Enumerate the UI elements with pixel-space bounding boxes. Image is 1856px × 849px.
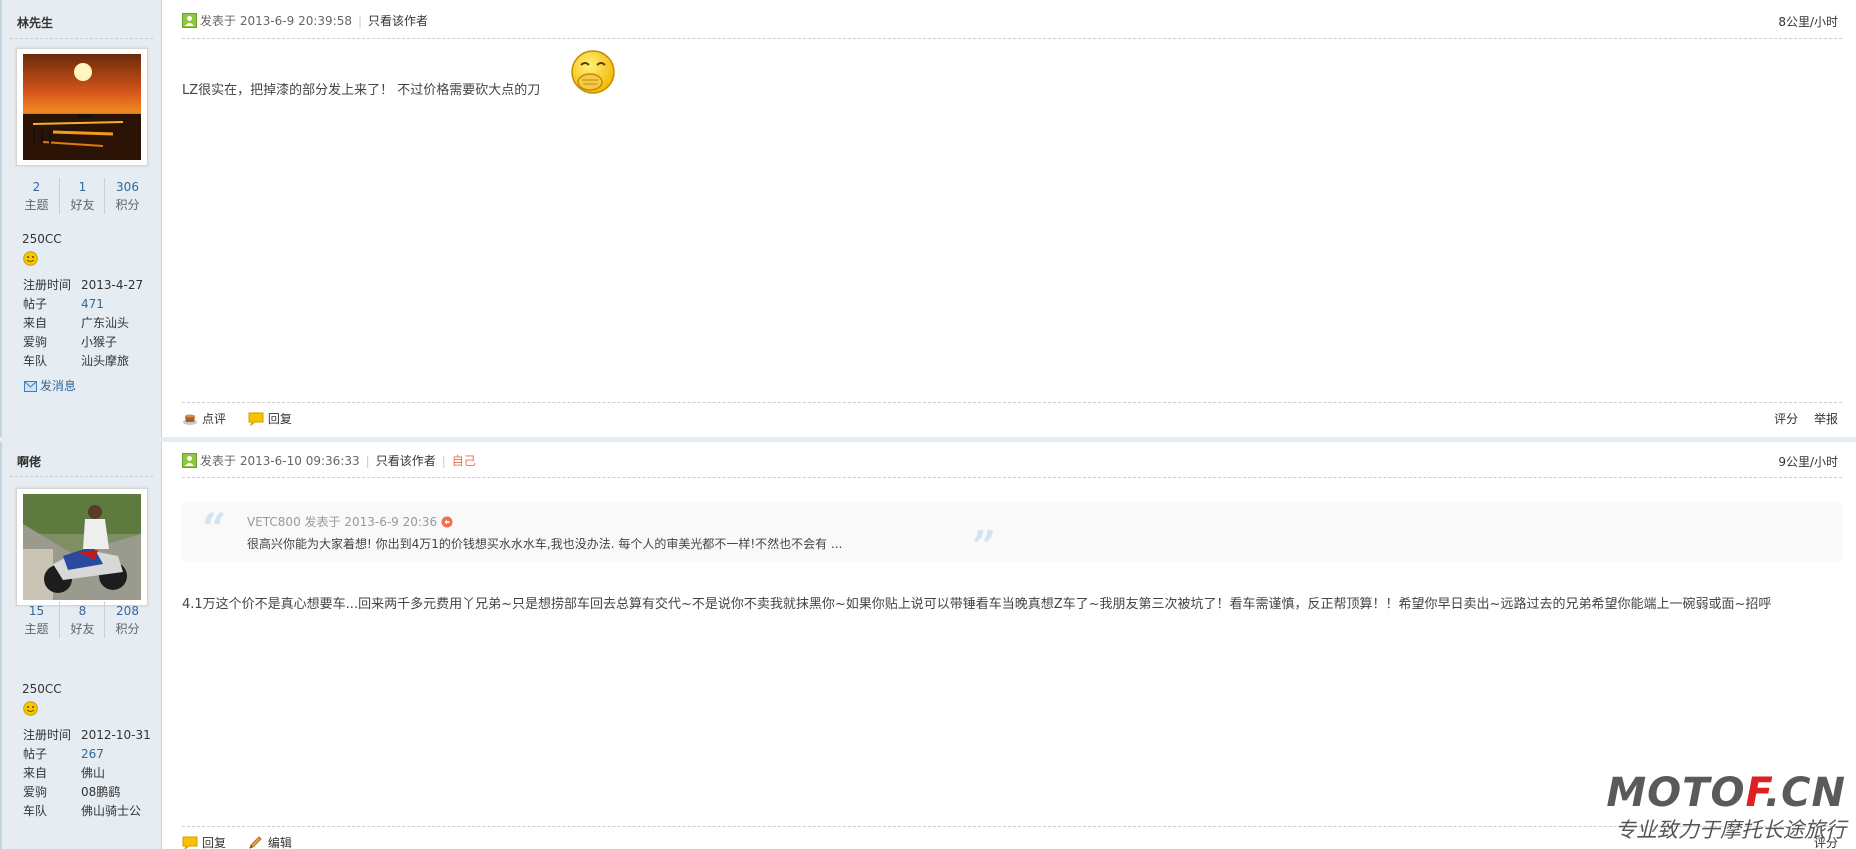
stat-points[interactable]: 306 积分 <box>104 178 150 214</box>
cover-mouth-emoji-icon <box>571 50 615 94</box>
divider <box>182 477 1842 478</box>
post-meta: 发表于 2013-6-10 09:36:33 | 只看该作者 | 自己 <box>182 453 476 469</box>
post-actions: 点评 回复 <box>182 410 310 428</box>
user-level: 250CC <box>22 232 62 246</box>
rate-button[interactable]: 评分 <box>1774 412 1798 426</box>
quote-author: VETC800 发表于 2013-6-9 20:36 <box>247 513 453 530</box>
watermark-logo: MOTOF.CN <box>1606 770 1846 816</box>
author-name[interactable]: 林先生 <box>17 14 53 31</box>
post-count-link[interactable]: 471 <box>81 297 104 311</box>
post-body: 发表于 2013-6-9 20:39:58 | 只看该作者 8公里/小时 LZ很实在… <box>182 0 1842 438</box>
edit-button[interactable]: 编辑 <box>248 834 292 849</box>
divider <box>182 38 1842 39</box>
smile-badge-icon <box>23 701 38 716</box>
quote-open-mark: “ <box>202 504 227 553</box>
user-stats: 15 主题 8 好友 208 积分 <box>14 602 150 642</box>
profile-row: 爱驹 小猴子 <box>23 335 118 349</box>
post-time: 发表于 2013-6-9 20:39:58 <box>200 14 352 28</box>
floor-number[interactable]: 9公里/小时 <box>1778 453 1838 470</box>
reply-button[interactable]: 回复 <box>248 410 292 428</box>
profile-row: 车队 汕头摩旅 <box>23 354 130 368</box>
profile-row: 车队 佛山骑士公 <box>23 804 142 818</box>
stat-points[interactable]: 208 积分 <box>104 602 150 638</box>
quote-block: “ VETC800 发表于 2013-6-9 20:36 很高兴你能为大家着想!… <box>182 502 1842 571</box>
online-user-icon <box>182 453 197 468</box>
report-button[interactable]: 举报 <box>1814 412 1838 426</box>
profile-row: 注册时间 2013-4-27 <box>23 278 144 292</box>
profile-row: 帖子 471 <box>23 297 104 311</box>
stat-threads[interactable]: 2 主题 <box>14 178 59 214</box>
author-name[interactable]: 啊佬 <box>17 453 41 470</box>
stat-friends[interactable]: 1 好友 <box>59 178 105 214</box>
post-1: 林先生 2 主题 1 好友 306 积分 250CC 注册时间 2013-4-2… <box>0 0 1856 439</box>
watermark-slogan: 专业致力于摩托长途旅行 <box>1615 818 1846 842</box>
speech-bubble-icon <box>248 412 264 427</box>
user-stats: 2 主题 1 好友 306 积分 <box>14 178 150 218</box>
comment-button[interactable]: 点评 <box>182 410 226 428</box>
profile-row: 来自 佛山 <box>23 766 106 780</box>
post-actions: 回复 编辑 <box>182 834 310 849</box>
divider <box>10 38 153 39</box>
author-sidebar: 啊佬 15 主题 8 好友 208 积分 250CC 注册时间 2012-10-… <box>0 442 162 849</box>
post-meta: 发表于 2013-6-9 20:39:58 | 只看该作者 <box>182 13 428 29</box>
post-2: 啊佬 15 主题 8 好友 208 积分 250CC 注册时间 2012-10-… <box>0 442 1856 849</box>
post-content: 4.1万这个价不是真心想要车...回来两千多元费用丫兄弟~只是想捞部车回去总算有… <box>182 597 1772 612</box>
stat-friends[interactable]: 8 好友 <box>59 602 105 638</box>
self-label: 自己 <box>451 454 476 468</box>
floor-number[interactable]: 8公里/小时 <box>1778 13 1838 30</box>
profile-row: 帖子 267 <box>23 747 104 761</box>
only-author-link[interactable]: 只看该作者 <box>376 454 436 468</box>
avatar-sunset-image <box>23 54 141 160</box>
profile-row: 来自 广东汕头 <box>23 316 130 330</box>
divider <box>182 402 1842 403</box>
avatar-motorbike-image <box>23 494 141 600</box>
user-level: 250CC <box>22 682 62 696</box>
speech-bubble-icon <box>182 836 198 849</box>
post-time: 发表于 2013-6-10 09:36:33 <box>200 454 360 468</box>
only-author-link[interactable]: 只看该作者 <box>368 14 428 28</box>
send-message-link[interactable]: 发消息 <box>24 377 76 394</box>
pencil-icon <box>249 836 262 849</box>
reply-button[interactable]: 回复 <box>182 834 226 849</box>
user-profile: 注册时间 2013-4-27 帖子 471 来自 广东汕头 爱驹 小猴子 车队 汕头摩旅 <box>23 276 143 371</box>
site-watermark: MOTOF.CN 专业致力于摩托长途旅行 <box>1590 770 1846 842</box>
envelope-icon <box>24 381 37 392</box>
post-right-actions: 评分 举报 <box>1762 410 1838 427</box>
post-count-link[interactable]: 267 <box>81 747 104 761</box>
quote-text: 很高兴你能为大家着想! 你出到4万1的价钱想买水水水车,我也没办法. 每个人的审… <box>247 537 843 551</box>
post-content: LZ很实在，把掉漆的部分发上来了！ 不过价格需要砍大点的刀 <box>182 83 541 98</box>
avatar[interactable] <box>16 48 148 166</box>
smile-badge-icon <box>23 251 38 266</box>
profile-row: 注册时间 2012-10-31 <box>23 728 151 742</box>
coffee-cup-icon <box>183 414 197 425</box>
author-sidebar: 林先生 2 主题 1 好友 306 积分 250CC 注册时间 2013-4-2… <box>0 0 162 438</box>
online-user-icon <box>182 13 197 28</box>
user-profile: 注册时间 2012-10-31 帖子 267 来自 佛山 爱驹 08鹏鹞 车队 佛山骑士公 <box>23 726 151 821</box>
avatar[interactable] <box>16 488 148 606</box>
quote-close-mark: ” <box>972 522 997 571</box>
profile-row: 爱驹 08鹏鹞 <box>23 785 121 799</box>
stat-threads[interactable]: 15 主题 <box>14 602 59 638</box>
jump-to-post-icon[interactable] <box>441 516 453 528</box>
divider <box>10 476 153 477</box>
